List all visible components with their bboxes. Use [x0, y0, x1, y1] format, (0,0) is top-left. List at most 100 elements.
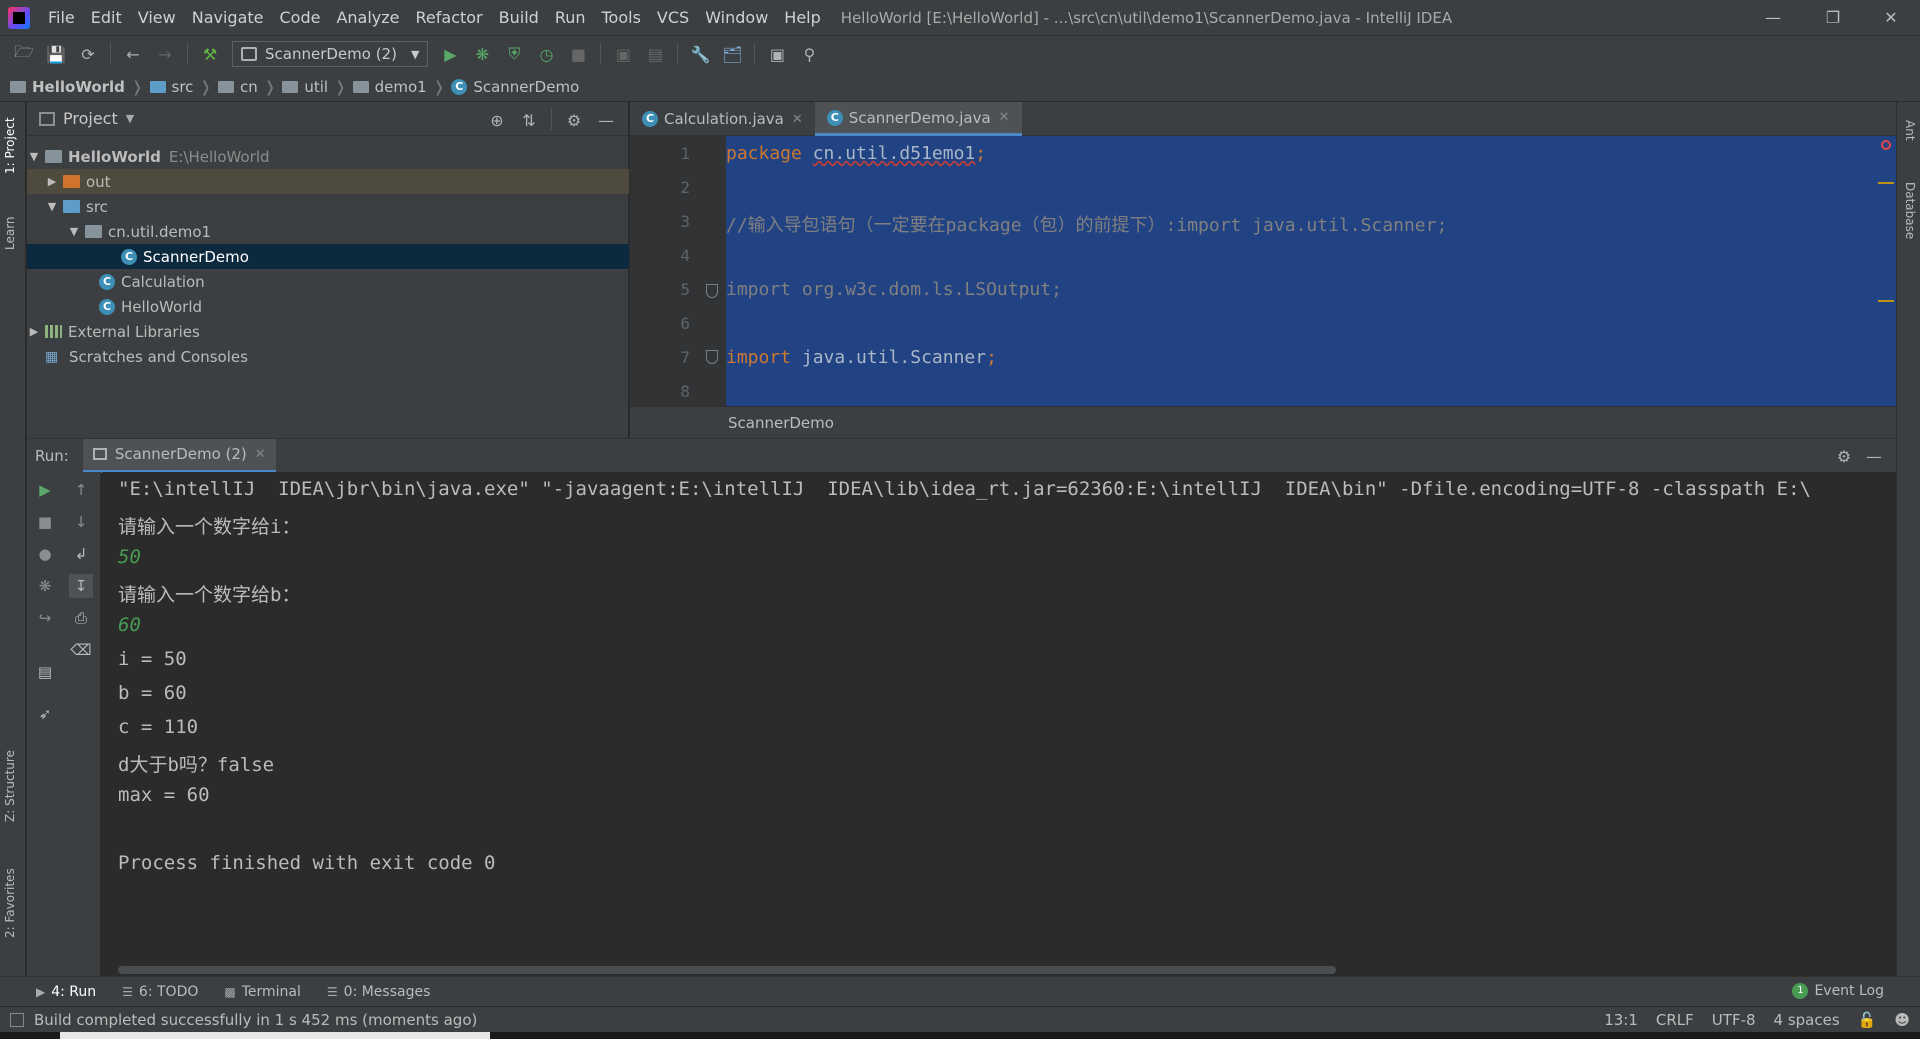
project-view-select[interactable]: Project [63, 109, 118, 128]
status-message[interactable]: Build completed successfully in 1 s 452 … [34, 1011, 477, 1029]
menu-vcs[interactable]: VCS [649, 0, 697, 36]
tool-tab-structure[interactable]: Z: Structure [3, 750, 17, 822]
lock-icon[interactable]: 🔓 [1858, 1011, 1877, 1029]
error-indicator-icon[interactable] [1881, 140, 1891, 150]
breadcrumb-item[interactable]: HelloWorld ❭ [10, 78, 150, 96]
print-icon[interactable]: ⎙ [69, 606, 93, 630]
forward-icon[interactable]: → [153, 42, 177, 66]
tool-tab-learn[interactable]: Learn [3, 216, 17, 250]
tool-tab-todo[interactable]: ☰ 6: TODO [122, 984, 198, 1000]
line-separator[interactable]: CRLF [1656, 1011, 1694, 1029]
back-icon[interactable]: ← [121, 42, 145, 66]
tree-item-scannerdemo[interactable]: C ScannerDemo [27, 244, 629, 269]
menu-navigate[interactable]: Navigate [184, 0, 272, 36]
minimize-icon[interactable]: — [1744, 0, 1802, 36]
tree-item-helloworld[interactable]: C HelloWorld [27, 294, 629, 319]
indent-setting[interactable]: 4 spaces [1774, 1011, 1840, 1029]
menu-help[interactable]: Help [776, 0, 828, 36]
breadcrumb-item[interactable]: cn ❭ [217, 78, 282, 96]
close-tab-icon[interactable]: ✕ [255, 447, 266, 462]
close-tab-icon[interactable]: ✕ [999, 110, 1010, 125]
gear-icon[interactable]: ⚙ [1832, 444, 1856, 468]
event-log-button[interactable]: 1 Event Log [1792, 983, 1884, 999]
editor-breadcrumb-label[interactable]: ScannerDemo [728, 414, 834, 432]
breadcrumb-item[interactable]: demo1 ❭ [352, 78, 452, 96]
close-tab-icon[interactable]: ✕ [792, 112, 803, 127]
tool-tab-project[interactable]: 1: Project [3, 117, 17, 174]
coverage-icon[interactable]: ⛨ [502, 42, 526, 66]
stop-icon[interactable]: ■ [33, 510, 57, 534]
run-icon[interactable]: ▶ [438, 42, 462, 66]
menu-window[interactable]: Window [697, 0, 776, 36]
layout-icon[interactable]: ▤ [33, 660, 57, 684]
tool-tab-terminal[interactable]: ▩ Terminal [224, 984, 301, 1000]
tree-item-package[interactable]: ▼ cn.util.demo1 [27, 219, 629, 244]
tree-item-src[interactable]: ▼ src [27, 194, 629, 219]
restore-icon[interactable]: ❐ [1804, 0, 1862, 36]
menu-run[interactable]: Run [547, 0, 594, 36]
gear-icon[interactable]: ⚙ [562, 108, 586, 132]
collapse-all-icon[interactable]: ⇅ [517, 108, 541, 132]
caret-position[interactable]: 13:1 [1604, 1011, 1638, 1029]
hide-panel-icon[interactable]: — [594, 108, 618, 132]
expand-arrow-icon[interactable]: ▼ [67, 225, 81, 238]
expand-arrow-icon[interactable]: ▶ [27, 325, 41, 338]
tree-item-calculation[interactable]: C Calculation [27, 269, 629, 294]
warning-mark[interactable] [1878, 300, 1894, 302]
tree-item-out[interactable]: ▶ out [27, 169, 629, 194]
tool-tab-run[interactable]: ▶ 4: Run [36, 984, 96, 1000]
breadcrumb-item[interactable]: src ❭ [149, 78, 218, 96]
taskbar-item[interactable] [60, 1032, 490, 1039]
tab-calculation-java[interactable]: C Calculation.java ✕ [630, 102, 815, 136]
sync-icon[interactable]: ⟳ [76, 42, 100, 66]
toggle-tool-windows-icon[interactable] [10, 1012, 24, 1027]
tool-tab-favorites[interactable]: 2: Favorites [3, 868, 17, 938]
rerun-icon[interactable]: ▶ [33, 478, 57, 502]
tree-item-module[interactable]: ▼ HelloWorld E:\HelloWorld [27, 144, 629, 169]
menu-edit[interactable]: Edit [83, 0, 130, 36]
tool-tab-ant[interactable]: Ant [1903, 120, 1917, 141]
locate-file-icon[interactable]: ⊕ [485, 108, 509, 132]
code-editor[interactable]: package cn.util.d51emo1; //输入导包语句（一定要在pa… [726, 136, 1896, 406]
expand-arrow-icon[interactable]: ▶ [45, 175, 59, 188]
menu-build[interactable]: Build [491, 0, 547, 36]
trash-icon[interactable]: ⌫ [69, 638, 93, 662]
expand-arrow-icon[interactable]: ▼ [45, 200, 59, 213]
run-console[interactable]: "E:\intellIJ IDEA\jbr\bin\java.exe" "-ja… [102, 472, 1896, 976]
menu-tools[interactable]: Tools [594, 0, 649, 36]
settings-wrench-icon[interactable]: 🔧 [688, 42, 712, 66]
project-structure-icon[interactable]: 🗂 [720, 42, 744, 66]
menu-refactor[interactable]: Refactor [408, 0, 491, 36]
debug-icon[interactable]: ❋ [33, 574, 57, 598]
attach-debugger-icon[interactable]: ▣ [611, 42, 635, 66]
presentation-icon[interactable]: ▣ [765, 42, 789, 66]
fold-marker-icon[interactable] [706, 350, 718, 364]
breadcrumb-item[interactable]: C ScannerDemo [451, 78, 579, 96]
menu-analyze[interactable]: Analyze [328, 0, 407, 36]
open-folder-icon[interactable]: 🗁 [12, 42, 36, 66]
up-arrow-icon[interactable]: ↑ [69, 478, 93, 502]
camera-icon[interactable]: ● [33, 542, 57, 566]
chevron-down-icon[interactable]: ▼ [126, 112, 134, 125]
down-arrow-icon[interactable]: ↓ [69, 510, 93, 534]
run-configuration-select[interactable]: ScannerDemo (2) ▼ [232, 41, 429, 67]
stop-icon[interactable]: ■ [566, 42, 590, 66]
tool-tab-messages[interactable]: ☰ 0: Messages [327, 984, 431, 1000]
build-hammer-icon[interactable]: ⚒ [198, 42, 222, 66]
tool-tab-database[interactable]: Database [1903, 182, 1917, 239]
breadcrumb-item[interactable]: util ❭ [282, 78, 352, 96]
pin-icon[interactable]: ➶ [33, 702, 57, 726]
fold-marker-icon[interactable] [706, 284, 718, 298]
tab-scannerdemo-java[interactable]: C ScannerDemo.java ✕ [814, 102, 1022, 136]
scroll-to-end-icon[interactable]: ↧ [69, 574, 93, 598]
hide-panel-icon[interactable]: — [1862, 444, 1886, 468]
console-horizontal-scrollbar[interactable] [118, 966, 1336, 974]
search-icon[interactable]: ⚲ [797, 42, 821, 66]
warning-mark[interactable] [1878, 182, 1894, 184]
close-window-icon[interactable]: ✕ [1862, 0, 1920, 36]
update-running-icon[interactable]: ▤ [643, 42, 667, 66]
tree-item-scratches[interactable]: ▦ Scratches and Consoles [27, 344, 629, 369]
inspector-icon[interactable]: ☻ [1894, 1011, 1910, 1029]
file-encoding[interactable]: UTF-8 [1712, 1011, 1756, 1029]
exit-icon[interactable]: ↪ [33, 606, 57, 630]
